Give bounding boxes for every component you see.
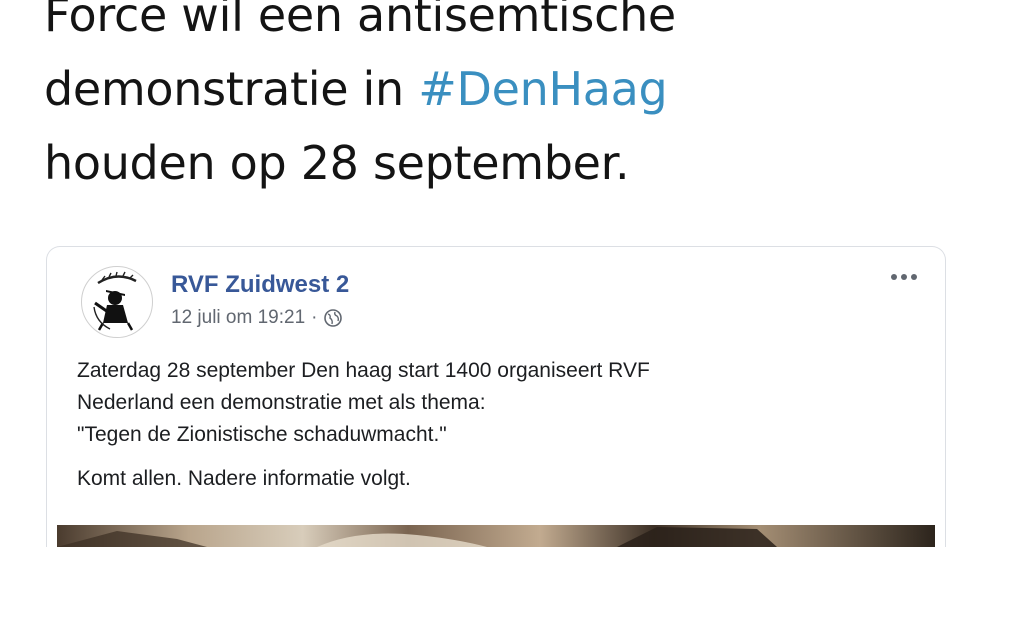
- more-options-button[interactable]: [887, 265, 921, 289]
- post-body-line-1: Zaterdag 28 september Den haag start 140…: [77, 359, 650, 382]
- post-image[interactable]: [57, 525, 935, 547]
- page-name[interactable]: RVF Zuidwest 2: [171, 271, 349, 299]
- page-avatar[interactable]: [81, 266, 153, 338]
- post-body-paragraph-2: Komt allen. Nadere informatie volgt.: [77, 463, 907, 495]
- post-image-photo: [57, 525, 935, 547]
- post-body-line-3: "Tegen de Zionistische schaduwmacht.": [77, 423, 447, 446]
- more-options-icon: [891, 274, 917, 280]
- tweet-line-2: demonstratie in #DenHaag: [44, 52, 984, 126]
- globe-icon: [323, 308, 343, 328]
- post-meta: 12 juli om 19:21 ·: [171, 307, 343, 329]
- avatar-logo-image: [93, 271, 137, 331]
- post-body: Zaterdag 28 september Den haag start 140…: [77, 355, 907, 495]
- tweet-line-1: Force wil een antisemtische: [44, 0, 676, 42]
- embedded-facebook-post: RVF Zuidwest 2 12 juli om 19:21 · Zaterd…: [46, 246, 946, 547]
- meta-separator: ·: [311, 307, 318, 328]
- post-timestamp[interactable]: 12 juli om 19:21: [171, 307, 305, 329]
- post-body-line-4: Komt allen. Nadere informatie volgt.: [77, 467, 411, 490]
- tweet-line-2-text: demonstratie in: [44, 62, 419, 116]
- tweet-line-3: houden op 28 september.: [44, 136, 630, 190]
- post-body-line-2: Nederland een demonstratie met als thema…: [77, 391, 486, 414]
- post-body-paragraph-1: Zaterdag 28 september Den haag start 140…: [77, 355, 907, 451]
- hashtag-link[interactable]: #DenHaag: [418, 62, 667, 116]
- tweet-text: Force wil een antisemtische demonstratie…: [44, 0, 984, 200]
